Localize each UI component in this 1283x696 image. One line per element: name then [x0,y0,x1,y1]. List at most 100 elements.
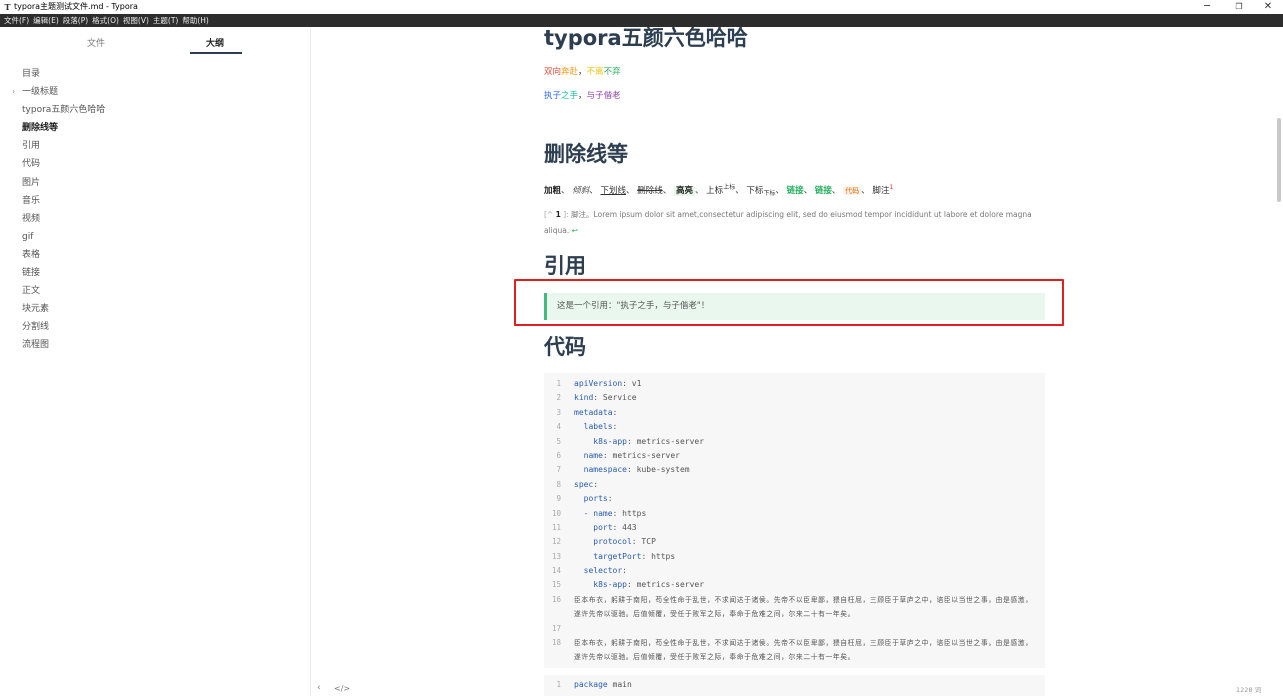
line-number: 12 [551,537,561,547]
menu-item[interactable]: 主题(T) [153,14,178,27]
text-orange: 奔赴 [561,67,579,77]
outline-item[interactable]: 流程图 [0,336,311,354]
outline-item[interactable]: 正文 [0,282,311,300]
line-number: 2 [556,393,561,403]
footnote-back-icon[interactable]: ↩ [572,226,578,235]
code-line: 17 [544,622,1045,636]
editor-pane[interactable]: typora五颜六色哈哈 双向奔赴，不离不弃 执子之手，与子偕老 删除线等 加粗… [312,27,1283,696]
code-line: 10 - name: https [544,507,1045,521]
code-line: 15 k8s-app: metrics-server [544,578,1045,592]
outline-item[interactable]: 视频 [0,210,311,228]
link-1[interactable]: 链接 [787,186,804,196]
inline-code: 代码 [843,187,862,195]
outline-item[interactable]: 表格 [0,246,311,264]
line-number: 9 [556,494,561,504]
code-keyword: package [574,680,608,689]
outline-item-label: 代码 [22,159,41,170]
code-key: metadata [574,407,613,417]
tab-files[interactable]: 文件 [87,36,105,49]
menu-item[interactable]: 编辑(E) [33,14,59,27]
menu-item[interactable]: 帮助(H) [182,14,209,27]
heading-code: 代码 [544,335,586,359]
highlight-text: 高亮 [673,186,695,196]
heading-quote: 引用 [544,254,586,278]
close-icon[interactable]: ✕ [1253,0,1283,14]
title-bar: T typora主题测试文件.md - Typora ─ ❐ ✕ [0,0,1283,14]
code-text: - name: https [574,507,647,521]
outline-item-label: 分割线 [22,322,50,333]
separator: 、 [831,186,841,196]
outline-item[interactable]: 代码 [0,155,311,173]
line-number: 6 [556,450,561,460]
outline-item[interactable]: typora五颜六色哈哈 [0,101,311,119]
vertical-scrollbar[interactable] [1277,118,1281,202]
code-value: : [612,407,618,417]
word-count[interactable]: 1228 词 [1236,684,1261,694]
menu-item[interactable]: 格式(O) [92,14,119,27]
code-text: 臣本布衣，躬耕于南阳，苟全性命于乱世，不求闻达于诸侯。先帝不以臣卑鄙，猥自枉屈，… [574,595,1033,619]
outline-item[interactable]: 删除线等 [0,119,311,137]
minimize-icon[interactable]: ─ [1192,0,1222,14]
outline-item[interactable]: gif [0,228,311,246]
outline-item[interactable]: 目录 [0,65,311,83]
line-number: 5 [556,436,561,446]
separator: 、 [775,186,784,196]
code-key: name [583,450,603,460]
code-value: : https [612,508,647,518]
colored-line-1: 双向奔赴，不离不弃 [544,65,621,77]
code-line: 7 namespace: kube-system [544,463,1045,477]
code-value: : 443 [612,522,637,532]
outline-item-label: typora五颜六色哈哈 [22,105,106,116]
outline-item[interactable]: 音乐 [0,192,311,210]
text-sep: ， [578,67,587,77]
outline-item[interactable]: 分割线 [0,318,311,336]
highlight-annotation-box [514,279,1064,326]
link-2[interactable]: 链接 [815,186,832,196]
line-number: 1 [556,379,561,388]
code-value: : Service [593,393,637,403]
heading-strike: 删除线等 [544,142,628,166]
menu-item[interactable]: 文件(F) [4,14,29,27]
outline-item[interactable]: 图片 [0,174,311,192]
code-line: 5 k8s-app: metrics-server [544,435,1045,449]
code-key: k8s-app [593,436,627,446]
colored-line-2: 执子之手，与子偕老 [544,89,621,101]
code-block-2[interactable]: 1 package main [544,675,1045,696]
menu-item[interactable]: 段落(P) [63,14,88,27]
code-key: - name [583,508,613,518]
code-key: selector [583,566,623,576]
code-value: : [612,422,618,432]
restore-icon[interactable]: ❐ [1224,0,1254,14]
outline-item[interactable]: › 一级标题 [0,83,311,101]
tab-outline[interactable]: 大纲 [206,36,224,49]
code-value: : [593,479,599,489]
code-block[interactable]: 1 apiVersion: v1 2 kind: Service 3 metadata: 4… [544,373,1045,668]
footnote-ref[interactable]: 1 [889,183,893,191]
menu-item[interactable]: 视图(V) [123,14,149,27]
code-line: 8 spec: [544,478,1045,492]
footnote-label-open: [^ [544,210,554,219]
code-text: ports: [574,492,613,506]
code-key: k8s-app [593,580,627,590]
outline-item[interactable]: 引用 [0,137,311,155]
code-line: 16 臣本布衣，躬耕于南阳，苟全性命于乱世，不求闻达于诸侯。先帝不以臣卑鄙，猥自枉… [544,593,1045,622]
outline-item[interactable]: 链接 [0,264,311,282]
line-number: 11 [551,522,561,532]
outline-item[interactable]: 块元素 [0,300,311,318]
code-line: 1 package main [544,678,1045,692]
code-text: protocol: TCP [574,535,656,549]
separator: 、 [589,186,598,196]
subscript: 下标 [763,190,776,197]
code-key: port [593,522,613,532]
code-line: 14 selector: [544,564,1045,578]
separator: 、 [803,186,813,196]
code-text: name: metrics-server [574,449,680,463]
chevron-right-icon[interactable]: › [12,83,15,101]
code-line: 13 targetPort: https [544,550,1045,564]
